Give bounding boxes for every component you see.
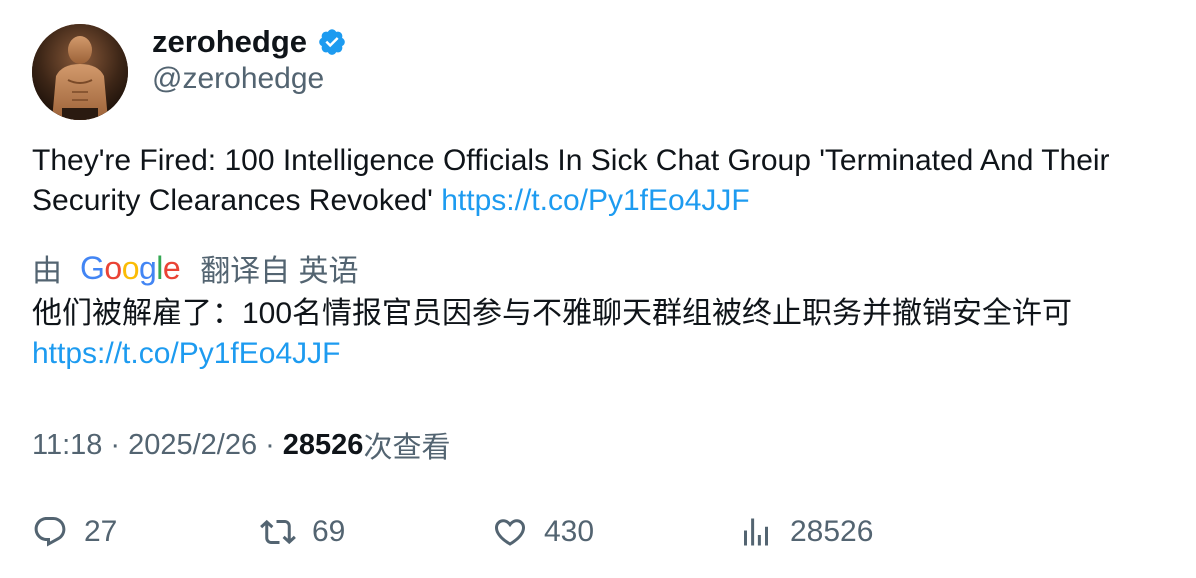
retweet-count: 69: [312, 515, 346, 548]
google-logo[interactable]: Google: [80, 250, 181, 287]
views-count: 28526: [282, 428, 364, 461]
like-count: 430: [544, 515, 595, 548]
retweet-button[interactable]: 69: [260, 508, 345, 556]
tweet-time[interactable]: 11:18: [32, 429, 102, 462]
author-display-name[interactable]: zerohedge: [152, 24, 307, 60]
tweet-link[interactable]: https://t.co/Py1fEo4JJF: [441, 184, 749, 217]
like-button[interactable]: 430: [492, 508, 594, 556]
meta-separator: ·: [265, 428, 275, 461]
bar-chart-icon: [738, 514, 774, 550]
author-avatar[interactable]: [32, 24, 128, 120]
translation-by-label: 由: [32, 255, 62, 288]
reply-icon: [32, 514, 68, 550]
author-name-row: zerohedge: [152, 20, 347, 64]
tweet-text: They're Fired: 100 Intelligence Official…: [32, 141, 1162, 221]
views-label: 次查看: [363, 432, 451, 464]
verified-badge-icon: [317, 27, 347, 57]
meta-separator: ·: [110, 428, 121, 461]
reply-count: 27: [84, 515, 118, 548]
reply-button[interactable]: 27: [32, 508, 117, 556]
translated-body: 他们被解雇了：100名情报官员因参与不雅聊天群组被终止职务并撤销安全许可: [32, 297, 1073, 330]
views-action-count: 28526: [790, 515, 874, 548]
author-handle[interactable]: @zerohedge: [152, 62, 324, 96]
heart-icon: [492, 514, 528, 550]
tweet-actions: 27 69 430 28526: [32, 508, 1162, 556]
retweet-icon: [260, 514, 296, 550]
translated-link[interactable]: https://t.co/Py1fEo4JJF: [32, 337, 340, 370]
translation-attribution: 由 Google 翻译自 英语: [32, 246, 359, 290]
translated-text: 他们被解雇了：100名情报官员因参与不雅聊天群组被终止职务并撤销安全许可 htt…: [32, 294, 1172, 374]
tweet-meta: 11:18 · 2025/2/26 · 28526 次查看: [32, 423, 450, 467]
tweet-date[interactable]: 2025/2/26: [128, 429, 257, 462]
views-button[interactable]: 28526: [738, 508, 873, 556]
avatar-image: [32, 24, 128, 120]
translation-source-label: 翻译自 英语: [200, 255, 359, 288]
